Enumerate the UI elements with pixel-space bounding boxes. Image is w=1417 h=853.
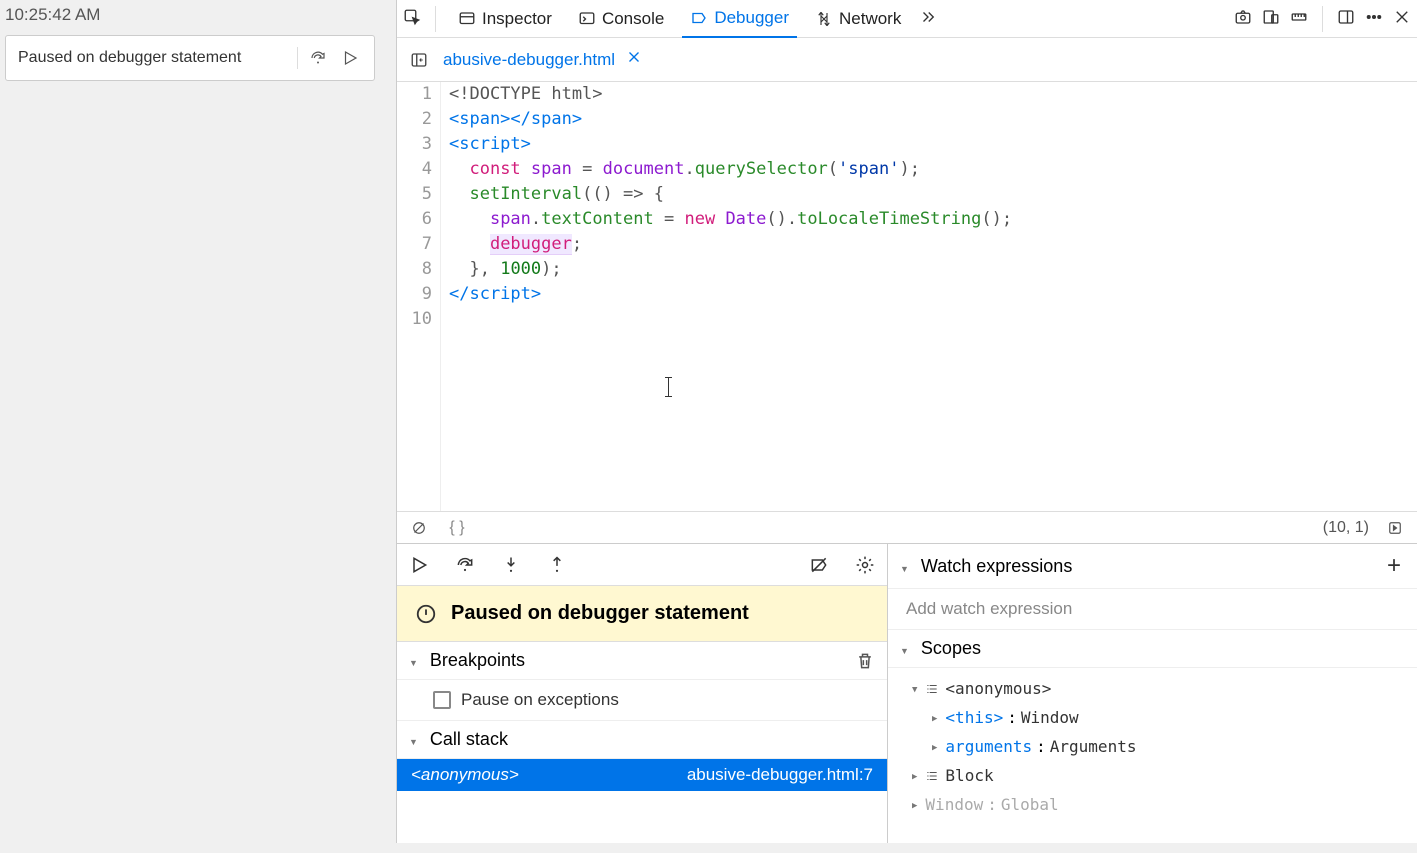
breakpoints-label: Breakpoints (430, 650, 525, 671)
blackbox-icon[interactable] (407, 516, 431, 540)
paused-overlay: Paused on debugger statement (5, 35, 375, 81)
close-file-icon[interactable] (625, 48, 643, 71)
step-over-button[interactable] (453, 553, 477, 577)
page-content-pane: 10:25:42 AM Paused on debugger statement (0, 0, 397, 843)
overflow-tabs-icon[interactable] (919, 8, 937, 29)
debugger-right-panel: Watch expressions + Add watch expression… (888, 544, 1417, 843)
tab-network[interactable]: Network (807, 0, 909, 38)
scopes-label: Scopes (921, 638, 981, 659)
file-tab-active[interactable]: abusive-debugger.html (443, 48, 643, 71)
callstack-header[interactable]: Call stack (397, 721, 887, 759)
trash-icon[interactable] (855, 651, 875, 671)
map-icon[interactable] (1383, 516, 1407, 540)
devtools-toolbar: Inspector Console Debugger Network (397, 0, 1417, 38)
checkbox-icon[interactable] (433, 691, 451, 709)
page-time: 10:25:42 AM (5, 5, 391, 31)
devtools-pane: Inspector Console Debugger Network (397, 0, 1417, 843)
screenshot-icon[interactable] (1234, 8, 1252, 29)
tab-inspector[interactable]: Inspector (450, 0, 560, 38)
tab-debugger-label: Debugger (714, 8, 789, 28)
tab-network-label: Network (839, 9, 901, 29)
breakpoints-header[interactable]: Breakpoints (397, 642, 887, 680)
dock-side-icon[interactable] (1337, 8, 1355, 29)
scope-anonymous[interactable]: <anonymous> (898, 674, 1407, 703)
watch-input[interactable]: Add watch expression (888, 589, 1417, 630)
cursor-position: (10, 1) (1323, 519, 1369, 537)
add-watch-icon[interactable]: + (1387, 552, 1405, 580)
code-content: <!DOCTYPE html> <span></span> <script> c… (441, 82, 1417, 511)
scope-window[interactable]: Window: Global (898, 790, 1407, 819)
tab-debugger[interactable]: Debugger (682, 0, 797, 38)
editor-status-bar: { } (10, 1) (397, 511, 1417, 543)
scope-arguments[interactable]: arguments: Arguments (898, 732, 1407, 761)
step-over-icon[interactable] (306, 46, 330, 70)
pause-on-exceptions-row[interactable]: Pause on exceptions (433, 690, 873, 710)
pause-banner-text: Paused on debugger statement (451, 602, 749, 625)
sources-tree-toggle-icon[interactable] (407, 48, 431, 72)
watch-header[interactable]: Watch expressions + (888, 544, 1417, 589)
callstack-frame-name: <anonymous> (411, 765, 519, 785)
file-tab-bar: abusive-debugger.html (397, 38, 1417, 82)
deactivate-breakpoints-icon[interactable] (807, 553, 831, 577)
step-in-button[interactable] (499, 553, 523, 577)
more-options-icon[interactable] (1365, 8, 1383, 29)
tab-console[interactable]: Console (570, 0, 672, 38)
close-devtools-icon[interactable] (1393, 8, 1411, 29)
pretty-print-icon[interactable]: { } (445, 516, 469, 540)
scope-block[interactable]: Block (898, 761, 1407, 790)
pick-element-icon[interactable] (403, 8, 421, 29)
resume-button[interactable] (407, 553, 431, 577)
scopes-header[interactable]: Scopes (888, 630, 1417, 668)
callstack-label: Call stack (430, 729, 508, 750)
paused-overlay-message: Paused on debugger statement (18, 49, 289, 67)
pause-banner: Paused on debugger statement (397, 586, 887, 642)
tab-inspector-label: Inspector (482, 9, 552, 29)
file-tab-name: abusive-debugger.html (443, 50, 615, 70)
ruler-icon[interactable] (1290, 8, 1308, 29)
callstack-frame-location: abusive-debugger.html:7 (687, 765, 873, 785)
breakpoints-body: Pause on exceptions (397, 680, 887, 721)
responsive-mode-icon[interactable] (1262, 8, 1280, 29)
scope-this[interactable]: <this>: Window (898, 703, 1407, 732)
resume-icon[interactable] (338, 46, 362, 70)
text-cursor-icon (668, 377, 669, 397)
debugger-panels: Paused on debugger statement Breakpoints… (397, 543, 1417, 843)
source-editor[interactable]: 12 34 56 78 910 <!DOCTYPE html> <span></… (397, 82, 1417, 511)
debugger-settings-icon[interactable] (853, 553, 877, 577)
debugger-controls (397, 544, 887, 586)
watch-label: Watch expressions (921, 556, 1072, 577)
debugger-left-panel: Paused on debugger statement Breakpoints… (397, 544, 888, 843)
scope-tree: <anonymous> <this>: Window arguments: Ar… (888, 668, 1417, 825)
line-gutter: 12 34 56 78 910 (397, 82, 441, 511)
tab-console-label: Console (602, 9, 664, 29)
pause-on-exceptions-label: Pause on exceptions (461, 690, 619, 710)
step-out-button[interactable] (545, 553, 569, 577)
callstack-frame[interactable]: <anonymous> abusive-debugger.html:7 (397, 759, 887, 791)
